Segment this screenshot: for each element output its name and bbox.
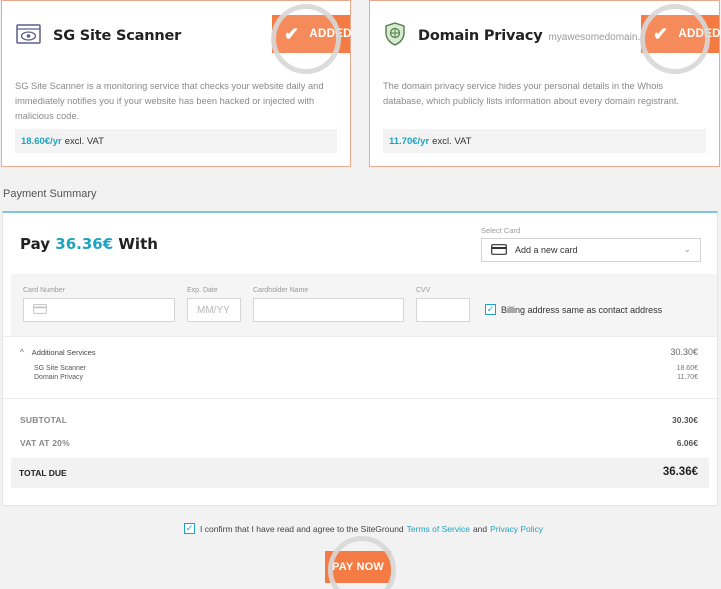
price-bar: 11.70€/yr excl. VAT: [383, 129, 706, 153]
cvv-label: CVV: [416, 287, 431, 294]
shield-icon: [384, 21, 406, 51]
checkmark-icon: ✔: [653, 23, 669, 44]
pay-heading: Pay 36.36€ With: [20, 235, 158, 253]
checkbox-checked-icon: ✓: [485, 304, 496, 315]
card-header: SG Site Scanner: [16, 22, 181, 50]
card-title: Domain Privacy: [418, 28, 543, 44]
exp-date-placeholder: MM/YY: [197, 304, 230, 316]
card-title: SG Site Scanner: [53, 28, 182, 44]
additional-item-name: SG Site Scanner: [34, 365, 87, 372]
price-value: 18.60€/yr: [21, 135, 62, 147]
card-header: Domain Privacy myawesomedomain.co: [384, 21, 651, 51]
pay-amount: 36.36€: [55, 235, 114, 253]
cvv-input[interactable]: [416, 298, 470, 322]
price-value: 11.70€/yr: [389, 135, 430, 147]
chevron-up-icon: ^: [20, 348, 24, 357]
total-due-value: 36.36€: [662, 466, 698, 478]
card-description: SG Site Scanner is a monitoring service …: [15, 81, 324, 121]
card-form: Card Number Exp. Date MM/YY Cardholder N…: [11, 274, 717, 336]
and-text: and: [472, 523, 488, 534]
additional-services-label: Additional Services: [31, 348, 96, 357]
card-number-input[interactable]: [23, 298, 175, 322]
added-label: ADDED: [309, 28, 352, 40]
card-description: The domain privacy service hides your pe…: [383, 81, 680, 106]
additional-services-total: 30.30€: [670, 347, 698, 357]
total-due-label: TOTAL DUE: [19, 468, 67, 478]
added-label: ADDED: [678, 28, 721, 40]
select-card-label: Select Card: [481, 226, 521, 235]
added-button[interactable]: ✔ ADDED: [272, 15, 352, 53]
price-bar: 18.60€/yr excl. VAT: [15, 129, 337, 153]
cardholder-name-label: Cardholder Name: [253, 287, 309, 294]
payment-summary-title: Payment Summary: [3, 188, 97, 200]
checkmark-icon: ✔: [284, 23, 300, 44]
additional-item-price: 18.60€: [676, 365, 698, 372]
additional-item-price: 11.70€: [677, 374, 698, 381]
checkbox-checked-icon[interactable]: ✓: [184, 523, 195, 534]
exp-date-label: Exp. Date: [187, 287, 218, 294]
billing-same-checkbox[interactable]: ✓ Billing address same as contact addres…: [485, 304, 662, 315]
select-card-dropdown[interactable]: Add a new card ⌄: [481, 238, 701, 262]
credit-card-icon: [33, 303, 47, 317]
pay-prefix: Pay: [20, 235, 51, 253]
confirm-text: I confirm that I have read and agree to …: [200, 523, 404, 534]
service-card-domain-privacy: Domain Privacy myawesomedomain.co ✔ ADDE…: [369, 0, 720, 167]
pay-now-button[interactable]: PAY NOW: [325, 551, 391, 583]
service-card-site-scanner: SG Site Scanner ✔ ADDED SG Site Scanner …: [1, 0, 351, 167]
chevron-down-icon: ⌄: [683, 244, 691, 254]
divider: [3, 336, 717, 337]
terms-of-service-link[interactable]: Terms of Service: [407, 524, 470, 534]
select-card-value: Add a new card: [515, 245, 578, 255]
subtotal-value: 30.30€: [672, 415, 698, 425]
total-due-row: TOTAL DUE 36.36€: [11, 458, 709, 488]
additional-item-name: Domain Privacy: [34, 374, 84, 381]
privacy-policy-link[interactable]: Privacy Policy: [490, 524, 543, 534]
terms-confirmation: ✓ I confirm that I have read and agree t…: [184, 523, 546, 534]
added-button[interactable]: ✔ ADDED: [641, 15, 721, 53]
domain-name: myawesomedomain.co: [548, 32, 651, 43]
exp-date-input[interactable]: MM/YY: [187, 298, 241, 322]
subtotal-label: SUBTOTAL: [20, 415, 68, 425]
credit-card-icon: [491, 243, 507, 257]
cardholder-name-input[interactable]: [253, 298, 404, 322]
card-number-label: Card Number: [23, 287, 66, 294]
price-suffix: excl. VAT: [432, 135, 472, 147]
billing-same-label: Billing address same as contact address: [501, 304, 663, 315]
additional-services-toggle[interactable]: ^ Additional Services: [20, 348, 96, 357]
price-suffix: excl. VAT: [64, 135, 104, 147]
vat-value: 6.06€: [676, 438, 698, 448]
vat-label: VAT AT 20%: [20, 438, 70, 448]
divider: [3, 398, 717, 399]
pay-suffix: With: [118, 235, 158, 253]
eye-scanner-icon: [16, 23, 41, 49]
payment-panel: Pay 36.36€ With Select Card Add a new ca…: [2, 211, 718, 506]
